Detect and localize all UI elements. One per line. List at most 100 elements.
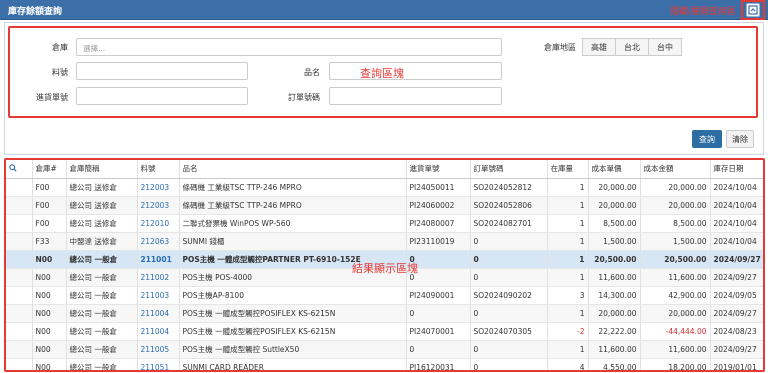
cell-wh: N00 [32,358,67,370]
results-region: 倉庫# 倉庫簡稱 料號 品名 進貨單號 訂單號碼 在庫量 成本單價 成本金額 庫… [4,158,765,372]
row-marker-cell [6,196,33,215]
cell-cost: 20,000.00 [588,178,641,197]
cell-item[interactable]: 211004 [137,322,180,341]
query-zone-annotation: 查詢區塊 [360,67,404,80]
table-row[interactable]: N00 總公司 一般倉 211003 POS主機AP-8100 PI24090001 SO… [6,286,763,305]
cell-wh: F00 [32,196,67,215]
order-input[interactable] [329,87,502,105]
cell-cost: 20,000.00 [588,196,641,215]
receipt-input[interactable] [76,87,248,105]
toggle-annotation: 隱藏/展開查詢區 [669,7,736,17]
cell-item[interactable]: 212010 [137,214,180,233]
column-header[interactable]: 料號 [137,160,180,179]
cell-item[interactable]: 212003 [137,178,180,197]
item-no-label: 料號 [52,68,68,77]
row-marker-cell [6,322,33,341]
cell-wh: N00 [32,250,67,269]
cell-amount: 42,900.00 [640,286,711,305]
row-marker-cell [6,286,33,305]
column-header[interactable]: 訂單號碼 [470,160,548,179]
table-row[interactable]: F00 總公司 送修倉 212010 二聯式發票機 WinPOS WP-560 PI24… [6,214,763,233]
table-row[interactable]: N00 總公司 一般倉 211002 POS主機 POS-4000 0 0 1 11,600.… [6,268,763,287]
cell-item[interactable]: 211051 [137,358,180,370]
region-button-taipei[interactable]: 台北 [615,38,649,56]
cell-qty: 1 [547,214,589,233]
table-row[interactable]: F33 中盟達 送修倉 212063 SUNMI 錢櫃 PI23110019 0 1 1,50… [6,232,763,251]
cell-wh-name: 總公司 一般倉 [66,286,138,305]
cell-amount: 11,600.00 [640,268,711,287]
cell-qty: -2 [547,322,589,341]
row-marker-cell [6,358,33,370]
table-row[interactable]: N00 總公司 一般倉 211005 POS主機 一體成型觸控 SuttleX50 0 0… [6,340,763,359]
cell-amount: 1,500.00 [640,232,711,251]
cell-receipt: PI24080007 [406,214,471,233]
cell-item[interactable]: 211004 [137,304,180,323]
cell-date: 2024/09/05 [710,286,763,305]
cell-receipt: PI24070001 [406,322,471,341]
cell-name: POS主機 一體成型觸控POSIFLEX KS-6215N [179,304,407,323]
cell-date: 2024/10/04 [710,178,763,197]
table-row[interactable]: N00 總公司 一般倉 211004 POS主機 一體成型觸控POSIFLEX KS-… [6,304,763,323]
query-button[interactable]: 查詢 [692,130,722,148]
region-button-taichung[interactable]: 台中 [648,38,682,56]
cell-wh-name: 總公司 一般倉 [66,250,138,269]
cell-date: 2024/09/27 [710,304,763,323]
cell-cost: 20,500.00 [588,250,641,269]
cell-wh-name: 總公司 送修倉 [66,214,138,233]
column-header[interactable]: 在庫量 [547,160,589,179]
row-marker-cell [6,214,33,233]
table-row[interactable]: N00 總公司 一般倉 211051 SUNMI CARD READER PI16120… [6,358,763,370]
cell-wh-name: 總公司 一般倉 [66,358,138,370]
column-header[interactable]: 倉庫簡稱 [66,160,138,179]
cell-wh-name: 總公司 一般倉 [66,340,138,359]
row-marker-cell [6,340,33,359]
cell-wh: N00 [32,340,67,359]
column-header[interactable]: 成本單價 [588,160,641,179]
search-column-header[interactable] [6,160,33,179]
cell-item[interactable]: 211001 [137,250,180,269]
column-header[interactable]: 倉庫# [32,160,67,179]
region-button-kaohsiung[interactable]: 高雄 [582,38,616,56]
cell-item[interactable]: 212063 [137,232,180,251]
column-header[interactable]: 品名 [179,160,407,179]
cell-cost: 14,300.00 [588,286,641,305]
cell-qty: 4 [547,358,589,370]
column-header[interactable]: 庫存日期 [710,160,763,179]
warehouse-select[interactable]: 選擇... [76,38,502,56]
row-marker-cell [6,268,33,287]
cell-receipt: PI23110019 [406,232,471,251]
clear-button[interactable]: 清除 [726,130,754,148]
cell-date: 2024/09/27 [710,250,763,269]
cell-cost: 20,000.00 [588,304,641,323]
cell-item[interactable]: 211002 [137,268,180,287]
cell-wh: N00 [32,268,67,287]
cell-wh-name: 總公司 送修倉 [66,178,138,197]
cell-amount: 20,500.00 [640,250,711,269]
cell-date: 2024/10/04 [710,196,763,215]
page-title: 庫存餘額查詢 [8,7,63,17]
cell-receipt: 0 [406,250,471,269]
item-no-input[interactable] [76,62,248,80]
column-header[interactable]: 成本金額 [640,160,711,179]
cell-order: SO2024082701 [470,214,548,233]
table-row[interactable]: N00 總公司 一般倉 211001 POS主機 一體成型觸控PARTNER PT-6… [6,250,763,269]
row-marker-cell [6,232,33,251]
table-header-row: 倉庫# 倉庫簡稱 料號 品名 進貨單號 訂單號碼 在庫量 成本單價 成本金額 庫… [6,160,763,179]
column-header[interactable]: 進貨單號 [406,160,471,179]
cell-wh: N00 [32,322,67,341]
cell-name: 二聯式發票機 WinPOS WP-560 [179,214,407,233]
cell-item[interactable]: 212003 [137,196,180,215]
cell-item[interactable]: 211005 [137,340,180,359]
cell-order: 0 [470,358,548,370]
cell-date: 2024/09/27 [710,268,763,287]
cell-name: SUNMI 錢櫃 [179,232,407,251]
cell-name: POS主機 一體成型觸控PARTNER PT-6910-152E [179,250,407,269]
cell-amount: 20,000.00 [640,178,711,197]
cell-wh: F00 [32,178,67,197]
table-row[interactable]: F00 總公司 送修倉 212003 條碼機 工業級TSC TTP-246 MPRO P… [6,196,763,215]
table-row[interactable]: F00 總公司 送修倉 212003 條碼機 工業級TSC TTP-246 MPRO P… [6,178,763,197]
table-row[interactable]: N00 總公司 一般倉 211004 POS主機 一體成型觸控POSIFLEX KS-… [6,322,763,341]
cell-item[interactable]: 211003 [137,286,180,305]
cell-wh-name: 中盟達 送修倉 [66,232,138,251]
item-name-input[interactable] [329,62,502,80]
